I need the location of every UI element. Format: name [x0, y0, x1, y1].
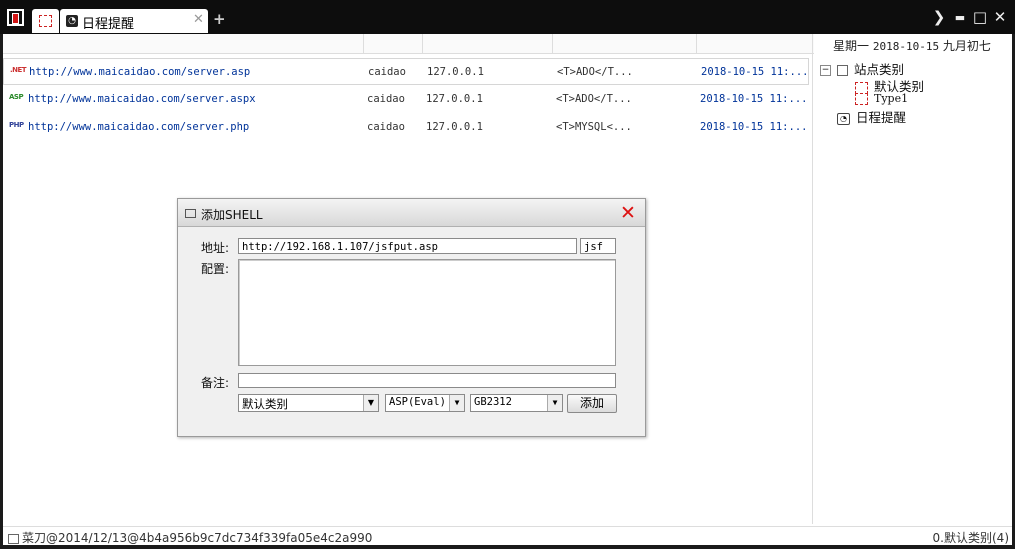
folder-icon	[837, 65, 848, 76]
remark-input[interactable]	[238, 373, 616, 388]
window-icon	[8, 533, 19, 544]
tab-schedule[interactable]: ◔ 日程提醒 ✕	[60, 9, 208, 33]
tree-item-label: Type1	[874, 92, 909, 105]
shell-user: caidao	[367, 121, 405, 133]
shell-note: <T>MYSQL<...	[556, 121, 632, 133]
dropdown-arrow-icon: ▼	[449, 395, 464, 411]
category-value: 默认类别	[242, 397, 288, 411]
remark-label: 备注:	[201, 376, 230, 390]
add-tab-button[interactable]: +	[213, 10, 226, 28]
shell-ip: 127.0.0.1	[426, 93, 483, 105]
category-panel: 星期一 2018-10-15 九月初七 − 站点类别 默认类别 Type1 ◔ 日程…	[812, 34, 1012, 524]
title-bar: ◔ 日程提醒 ✕ + ❯ ▬ □ ✕	[0, 0, 1015, 34]
shell-time: 2018-10-15 11:...	[701, 66, 809, 78]
php-icon: PHP	[9, 121, 24, 129]
close-window-button[interactable]: ✕	[991, 8, 1009, 26]
tree-root-label: 站点类别	[854, 62, 905, 77]
script-type-value: ASP(Eval)	[389, 396, 446, 408]
config-label: 配置:	[201, 262, 230, 276]
clock-icon: ◔	[837, 112, 850, 125]
status-bar: 菜刀@2014/12/13@4b4a956b9c7dc734f339fa05e4…	[3, 526, 1012, 545]
tree-item-schedule[interactable]: ◔ 日程提醒	[837, 107, 906, 126]
weekday: 星期一	[833, 39, 870, 53]
dotnet-icon: .NET	[10, 66, 27, 74]
dialog-title: 添加SHELL	[201, 208, 263, 222]
table-row[interactable]: ASP http://www.maicaidao.com/server.aspx…	[3, 86, 809, 113]
site-icon	[39, 15, 52, 27]
table-row[interactable]: .NET http://www.maicaidao.com/server.asp…	[3, 58, 809, 85]
dialog-titlebar[interactable]: 添加SHELL ✕	[178, 199, 645, 227]
tree-item-label: 日程提醒	[856, 110, 907, 125]
maximize-button[interactable]: □	[971, 8, 989, 26]
add-button[interactable]: 添加	[567, 394, 617, 413]
script-type-select[interactable]: ASP(Eval) ▼	[385, 394, 465, 412]
dropdown-arrow-icon: ▼	[547, 395, 562, 411]
close-icon[interactable]: ✕	[620, 202, 636, 224]
lunar-date: 九月初七	[942, 39, 991, 53]
category-select[interactable]: 默认类别 ▼	[238, 394, 379, 412]
add-shell-dialog: 添加SHELL ✕ 地址: http://192.168.1.107/jsfpu…	[177, 198, 646, 437]
address-label: 地址:	[201, 241, 230, 255]
shell-ip: 127.0.0.1	[426, 121, 483, 133]
shell-url: http://www.maicaidao.com/server.asp	[29, 66, 251, 78]
encoding-select[interactable]: GB2312 ▼	[470, 394, 563, 412]
table-row[interactable]: PHP http://www.maicaidao.com/server.php …	[3, 114, 809, 141]
status-left: 菜刀@2014/12/13@4b4a956b9c7dc734f339fa05e4…	[8, 529, 372, 546]
shell-ip: 127.0.0.1	[427, 66, 484, 78]
date-display: 星期一 2018-10-15 九月初七	[833, 37, 991, 54]
tree-item-type1[interactable]: Type1	[855, 92, 908, 105]
address-input[interactable]: http://192.168.1.107/jsfput.asp	[238, 238, 577, 254]
expand-icon[interactable]: ❯	[930, 8, 948, 26]
shell-note: <T>ADO</T...	[556, 93, 632, 105]
shell-url: http://www.maicaidao.com/server.aspx	[28, 93, 256, 105]
dropdown-arrow-icon: ▼	[363, 395, 378, 411]
status-left-text: 菜刀@2014/12/13@4b4a956b9c7dc734f339fa05e4…	[22, 531, 373, 545]
collapse-icon[interactable]: −	[820, 65, 831, 76]
clock-icon: ◔	[66, 15, 78, 27]
shell-time: 2018-10-15 11:...	[700, 121, 808, 133]
category-icon	[855, 93, 868, 105]
shell-url: http://www.maicaidao.com/server.php	[28, 121, 250, 133]
asp-icon: ASP	[9, 93, 24, 101]
tab-schedule-label: 日程提醒	[82, 17, 135, 32]
list-header	[3, 34, 814, 54]
window-icon	[185, 209, 196, 218]
tab-close-icon[interactable]: ✕	[193, 12, 204, 27]
config-textarea[interactable]	[238, 259, 616, 366]
shell-note: <T>ADO</T...	[557, 66, 633, 78]
password-input[interactable]: jsf	[580, 238, 616, 254]
shell-time: 2018-10-15 11:...	[700, 93, 808, 105]
status-count: 0.默认类别(4)	[932, 531, 1009, 545]
date-text: 2018-10-15	[872, 40, 940, 53]
minimize-button[interactable]: ▬	[951, 11, 969, 24]
tab-shell-list[interactable]	[32, 9, 59, 33]
shell-user: caidao	[367, 93, 405, 105]
shell-user: caidao	[368, 66, 406, 78]
app-icon[interactable]	[7, 9, 24, 26]
encoding-value: GB2312	[474, 396, 512, 408]
